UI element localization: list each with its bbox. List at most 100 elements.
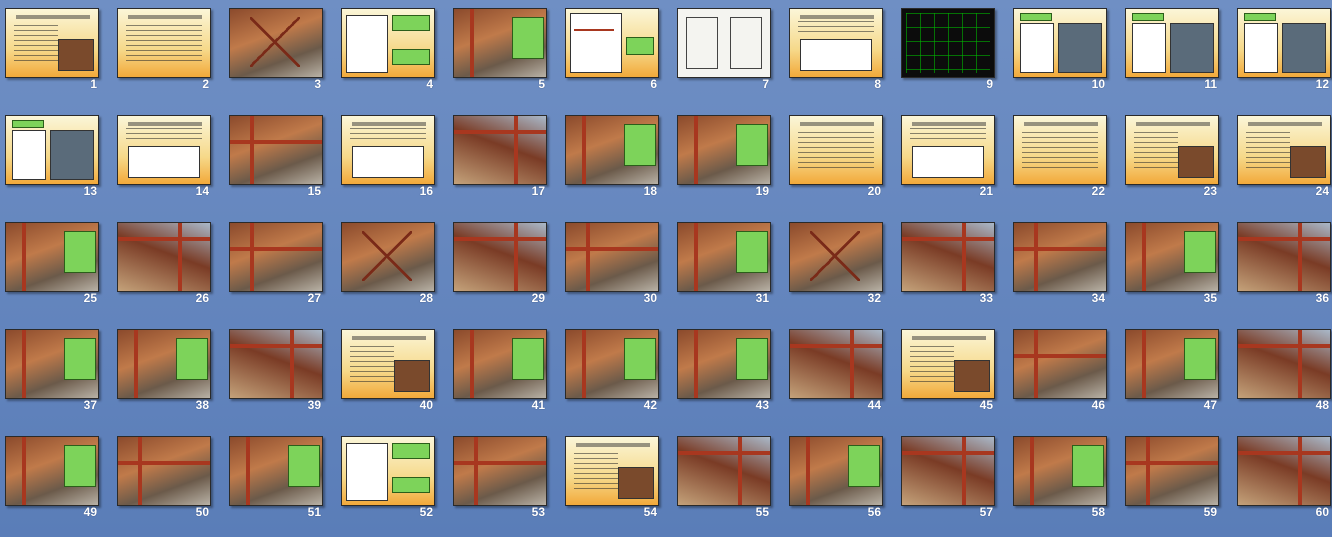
slide-thumbnail[interactable] — [565, 436, 659, 506]
slide-thumbnail[interactable] — [5, 115, 99, 185]
slide-thumbnail[interactable] — [1125, 329, 1219, 399]
slide-thumbnail-cell[interactable]: 31 — [677, 222, 773, 305]
slide-thumbnail[interactable] — [565, 115, 659, 185]
slide-thumbnail-cell[interactable]: 8 — [789, 8, 885, 91]
slide-thumbnail[interactable] — [901, 329, 995, 399]
slide-thumbnail[interactable] — [1237, 436, 1331, 506]
slide-thumbnail[interactable] — [565, 329, 659, 399]
slide-thumbnail-cell[interactable]: 53 — [453, 436, 549, 519]
slide-thumbnail[interactable] — [677, 8, 771, 78]
slide-thumbnail-cell[interactable]: 42 — [565, 329, 661, 412]
slide-thumbnail-cell[interactable]: 17 — [453, 115, 549, 198]
slide-thumbnail[interactable] — [1237, 329, 1331, 399]
slide-thumbnail-cell[interactable]: 59 — [1125, 436, 1221, 519]
slide-thumbnail-cell[interactable]: 19 — [677, 115, 773, 198]
slide-thumbnail-cell[interactable]: 13 — [5, 115, 101, 198]
slide-thumbnail[interactable] — [677, 222, 771, 292]
slide-thumbnail[interactable] — [5, 222, 99, 292]
slide-thumbnail[interactable] — [117, 222, 211, 292]
slide-thumbnail-cell[interactable]: 11 — [1125, 8, 1221, 91]
slide-thumbnail-cell[interactable]: 25 — [5, 222, 101, 305]
slide-thumbnail[interactable] — [1125, 222, 1219, 292]
slide-thumbnail-cell[interactable]: 35 — [1125, 222, 1221, 305]
slide-thumbnail[interactable] — [1125, 115, 1219, 185]
slide-thumbnail-cell[interactable]: 6 — [565, 8, 661, 91]
slide-thumbnail-cell[interactable]: 54 — [565, 436, 661, 519]
slide-thumbnail[interactable] — [789, 8, 883, 78]
slide-thumbnail-cell[interactable]: 47 — [1125, 329, 1221, 412]
slide-thumbnail-cell[interactable]: 18 — [565, 115, 661, 198]
slide-thumbnail-cell[interactable]: 4 — [341, 8, 437, 91]
slide-thumbnail-cell[interactable]: 5 — [453, 8, 549, 91]
slide-thumbnail-cell[interactable]: 21 — [901, 115, 997, 198]
slide-thumbnail-cell[interactable]: 3 — [229, 8, 325, 91]
slide-thumbnail[interactable] — [789, 115, 883, 185]
slide-thumbnail-cell[interactable]: 16 — [341, 115, 437, 198]
slide-thumbnail-cell[interactable]: 23 — [1125, 115, 1221, 198]
slide-thumbnail-cell[interactable]: 34 — [1013, 222, 1109, 305]
slide-thumbnail[interactable] — [117, 8, 211, 78]
slide-thumbnail-cell[interactable]: 51 — [229, 436, 325, 519]
slide-thumbnail[interactable] — [1013, 436, 1107, 506]
slide-thumbnail-cell[interactable]: 48 — [1237, 329, 1332, 412]
slide-thumbnail-cell[interactable]: 38 — [117, 329, 213, 412]
slide-thumbnail-cell[interactable]: 39 — [229, 329, 325, 412]
slide-thumbnail[interactable] — [677, 329, 771, 399]
slide-thumbnail-cell[interactable]: 55 — [677, 436, 773, 519]
slide-thumbnail-cell[interactable]: 14 — [117, 115, 213, 198]
slide-thumbnail[interactable] — [229, 8, 323, 78]
slide-thumbnail[interactable] — [789, 329, 883, 399]
slide-thumbnail[interactable] — [901, 115, 995, 185]
slide-thumbnail-cell[interactable]: 56 — [789, 436, 885, 519]
slide-thumbnail[interactable] — [341, 115, 435, 185]
slide-thumbnail-cell[interactable]: 12 — [1237, 8, 1332, 91]
slide-thumbnail[interactable] — [1237, 115, 1331, 185]
slide-thumbnail[interactable] — [453, 8, 547, 78]
slide-thumbnail[interactable] — [1013, 115, 1107, 185]
slide-thumbnail-cell[interactable]: 44 — [789, 329, 885, 412]
slide-thumbnail[interactable] — [341, 222, 435, 292]
slide-thumbnail-cell[interactable]: 22 — [1013, 115, 1109, 198]
slide-thumbnail-cell[interactable]: 41 — [453, 329, 549, 412]
slide-thumbnail-cell[interactable]: 1 — [5, 8, 101, 91]
slide-thumbnail-cell[interactable]: 28 — [341, 222, 437, 305]
slide-thumbnail[interactable] — [901, 8, 995, 78]
slide-thumbnail[interactable] — [901, 222, 995, 292]
slide-thumbnail-cell[interactable]: 50 — [117, 436, 213, 519]
slide-thumbnail[interactable] — [117, 329, 211, 399]
slide-thumbnail-cell[interactable]: 9 — [901, 8, 997, 91]
slide-thumbnail-cell[interactable]: 27 — [229, 222, 325, 305]
slide-thumbnail[interactable] — [1237, 222, 1331, 292]
slide-thumbnail[interactable] — [229, 222, 323, 292]
slide-thumbnail[interactable] — [229, 329, 323, 399]
slide-thumbnail[interactable] — [1013, 329, 1107, 399]
slide-thumbnail[interactable] — [341, 436, 435, 506]
slide-thumbnail-cell[interactable]: 57 — [901, 436, 997, 519]
slide-thumbnail[interactable] — [789, 222, 883, 292]
slide-thumbnail[interactable] — [1125, 8, 1219, 78]
slide-thumbnail-cell[interactable]: 32 — [789, 222, 885, 305]
slide-thumbnail-cell[interactable]: 60 — [1237, 436, 1332, 519]
slide-thumbnail-cell[interactable]: 43 — [677, 329, 773, 412]
slide-thumbnail-cell[interactable]: 40 — [341, 329, 437, 412]
slide-thumbnail[interactable] — [5, 329, 99, 399]
slide-thumbnail[interactable] — [677, 115, 771, 185]
slide-thumbnail[interactable] — [1125, 436, 1219, 506]
slide-thumbnail[interactable] — [1013, 222, 1107, 292]
slide-thumbnail-cell[interactable]: 7 — [677, 8, 773, 91]
slide-thumbnail-cell[interactable]: 10 — [1013, 8, 1109, 91]
slide-thumbnail[interactable] — [453, 222, 547, 292]
slide-thumbnail[interactable] — [117, 436, 211, 506]
slide-thumbnail[interactable] — [229, 436, 323, 506]
slide-thumbnail[interactable] — [229, 115, 323, 185]
slide-thumbnail-cell[interactable]: 26 — [117, 222, 213, 305]
slide-thumbnail[interactable] — [677, 436, 771, 506]
slide-thumbnail[interactable] — [453, 115, 547, 185]
slide-thumbnail[interactable] — [453, 329, 547, 399]
slide-thumbnail-cell[interactable]: 30 — [565, 222, 661, 305]
slide-thumbnail-cell[interactable]: 58 — [1013, 436, 1109, 519]
slide-thumbnail[interactable] — [565, 8, 659, 78]
slide-thumbnail-cell[interactable]: 45 — [901, 329, 997, 412]
slide-thumbnail[interactable] — [341, 329, 435, 399]
slide-thumbnail[interactable] — [565, 222, 659, 292]
